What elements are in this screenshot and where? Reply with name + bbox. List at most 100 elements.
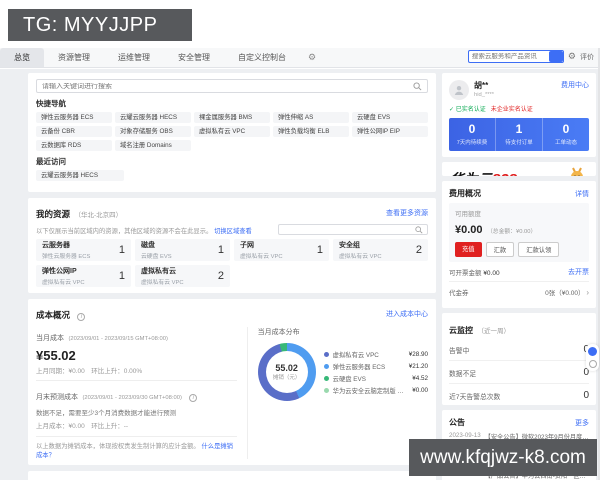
resource-card-vpc[interactable]: 虚拟私有云 虚拟私有云 VPC 2 xyxy=(135,265,230,287)
legend-name: 云硬盘 EVS xyxy=(333,374,407,383)
my-resources-note: 以下仅展示当前区域内的资源，其他区域的资源不会在此显示。 xyxy=(36,228,212,235)
quick-nav-grid: 弹性云服务器 ECS 云耀云服务器 HECS 裸金属服务器 BMS 弹性伸缩 A… xyxy=(36,112,428,151)
quick-nav-item-obs[interactable]: 对象存储服务 OBS xyxy=(115,126,191,137)
alert-badge[interactable]: 未企业实名认证 xyxy=(491,104,533,113)
resource-grid: 云服务器 弹性云服务器 ECS 1 磁盘 云硬盘 EVS 1 子网 虚拟私有云 … xyxy=(36,239,428,287)
service-support-icon[interactable] xyxy=(588,347,597,356)
feedback-float-icon[interactable] xyxy=(589,360,597,368)
info-icon[interactable]: i xyxy=(77,313,85,321)
resource-card-disk[interactable]: 磁盘 云硬盘 EVS 1 xyxy=(135,239,230,261)
feedback-link[interactable]: 评价 xyxy=(580,52,594,62)
quick-nav-item-ecs[interactable]: 弹性云服务器 ECS xyxy=(36,112,112,123)
search-icon[interactable] xyxy=(415,226,423,234)
claim-remittance-button[interactable]: 汇款认领 xyxy=(518,242,559,257)
remittance-button[interactable]: 汇款 xyxy=(486,242,515,257)
tab-resource-mgmt[interactable]: 资源管理 xyxy=(44,48,104,67)
cost-title: 成本概况 xyxy=(36,310,70,320)
donut-unit: 摊销（元） xyxy=(273,373,301,381)
resource-service: 虚拟私有云 VPC xyxy=(141,277,184,286)
forecast-sub: 上月成本：¥0.00 环比上升：-- xyxy=(36,420,237,430)
global-search[interactable] xyxy=(468,50,564,63)
quick-nav-item-hecs[interactable]: 云耀云服务器 HECS xyxy=(115,112,191,123)
global-search-input[interactable] xyxy=(469,53,549,60)
monitor-row-insufficient[interactable]: 数据不足 0 xyxy=(449,361,589,384)
tab-ops-mgmt[interactable]: 运维管理 xyxy=(104,48,164,67)
account-name[interactable]: 胡** xyxy=(474,80,556,91)
monitor-row-week-alarms[interactable]: 近7天告警总次数 0 xyxy=(449,384,589,406)
legend-dot xyxy=(324,388,329,393)
coupon-value: 0张（¥0.00） xyxy=(545,290,584,297)
legend-row-evs[interactable]: 云硬盘 EVS ¥4.52 xyxy=(324,374,428,383)
quick-nav-title: 快捷导航 xyxy=(36,98,428,109)
billing-center-link[interactable]: 费用中心 xyxy=(561,80,589,90)
resource-search[interactable] xyxy=(278,224,428,235)
console-search[interactable] xyxy=(36,79,428,93)
quick-nav-item-domains[interactable]: 域名注册 Domains xyxy=(115,140,191,151)
cost-legend: 虚拟私有云 VPC ¥28.90 弹性云服务器 ECS ¥21.20 xyxy=(324,347,428,398)
banner-number: 828 xyxy=(492,171,517,176)
search-icon[interactable] xyxy=(413,82,422,91)
legend-dot xyxy=(324,352,329,357)
tab-overview[interactable]: 总览 xyxy=(0,48,44,67)
quick-nav-item-eip[interactable]: 弹性公网IP EIP xyxy=(352,126,428,137)
my-resources-card: 我的资源 （华北-北京四） 查看更多资源 以下仅展示当前区域内的资源，其他区域的… xyxy=(28,198,436,293)
quick-nav-item-cbr[interactable]: 云备份 CBR xyxy=(36,126,112,137)
quick-nav-item-as[interactable]: 弹性伸缩 AS xyxy=(273,112,349,123)
tab-settings-gear-icon[interactable]: ⚙ xyxy=(300,48,324,67)
resource-search-input[interactable] xyxy=(283,227,415,233)
stat-renewals[interactable]: 0 7天内待续费 xyxy=(449,118,495,151)
quick-nav-item-rds[interactable]: 云数据库 RDS xyxy=(36,140,112,151)
monitor-row-alarms[interactable]: 告警中 0 xyxy=(449,338,589,361)
stat-value: 0 xyxy=(469,123,476,136)
cost-left-panel: 当月成本 (2023/09/01 - 2023/09/15 GMT+08:00)… xyxy=(36,327,248,459)
console-search-input[interactable] xyxy=(42,83,413,90)
global-search-button[interactable] xyxy=(549,51,563,62)
stat-label: 工单动态 xyxy=(555,138,577,146)
billing-detail-link[interactable]: 详情 xyxy=(575,189,589,199)
tab-custom-console[interactable]: 自定义控制台 xyxy=(224,48,300,67)
announcements-more-link[interactable]: 更多 xyxy=(575,418,589,428)
legend-row-ecs[interactable]: 弹性云服务器 ECS ¥21.20 xyxy=(324,362,428,371)
monitor-title: 云监控 xyxy=(449,326,473,335)
legend-name: 华为云安全云脑定制版 H... xyxy=(333,386,407,395)
quick-nav-item-elb[interactable]: 弹性负载均衡 ELB xyxy=(273,126,349,137)
resource-card-server[interactable]: 云服务器 弹性云服务器 ECS 1 xyxy=(36,239,131,261)
quick-nav-item-bms[interactable]: 裸金属服务器 BMS xyxy=(194,112,270,123)
switch-region-link[interactable]: 切换区域查看 xyxy=(214,228,252,235)
topup-button[interactable]: 充值 xyxy=(455,242,482,257)
cost-donut-title: 当月成本分布 xyxy=(258,327,428,337)
stat-unpaid-orders[interactable]: 1 待支付订单 xyxy=(495,118,542,151)
stat-tickets[interactable]: 0 工单动态 xyxy=(542,118,589,151)
monitor-label: 数据不足 xyxy=(449,368,476,378)
resource-service: 云硬盘 EVS xyxy=(141,251,172,260)
console-tab-bar: 总览 资源管理 运维管理 安全管理 自定义控制台 ⚙ ⚙ 评价 xyxy=(0,48,600,68)
view-more-resources-link[interactable]: 查看更多资源 xyxy=(386,208,428,218)
legend-row-vpc[interactable]: 虚拟私有云 VPC ¥28.90 xyxy=(324,350,428,359)
tab-security-mgmt[interactable]: 安全管理 xyxy=(164,48,224,67)
account-stats-panel: 0 7天内待续费 1 待支付订单 0 工单动态 xyxy=(449,118,589,151)
resource-count: 1 xyxy=(317,244,323,256)
cost-donut-center: 55.02 摊销（元） xyxy=(266,351,308,393)
quick-nav-item-vpc[interactable]: 虚拟私有云 VPC xyxy=(194,126,270,137)
recent-title: 最近访问 xyxy=(36,156,428,167)
info-icon[interactable]: i xyxy=(189,394,197,402)
legend-row-secmaster[interactable]: 华为云安全云脑定制版 H... ¥0.00 xyxy=(324,386,428,395)
promo-banner[interactable]: 华为云828 认证付费领免单券（最高可返8280元） xyxy=(442,162,596,176)
gear-icon[interactable]: ⚙ xyxy=(568,51,576,62)
account-id-masked: hid_**** xyxy=(474,92,556,98)
quick-nav-item-evs[interactable]: 云硬盘 EVS xyxy=(352,112,428,123)
avatar[interactable] xyxy=(449,80,469,100)
watermark-bottom: www.kfqjwz-k8.com xyxy=(409,439,597,476)
recent-item-hecs[interactable]: 云耀云服务器 HECS xyxy=(36,170,124,181)
resource-card-eip[interactable]: 弹性公网IP 虚拟私有云 VPC 1 xyxy=(36,265,131,287)
cost-center-link[interactable]: 进入成本中心 xyxy=(386,309,428,319)
banner-brand: 华为云 xyxy=(450,171,492,176)
coupon-row[interactable]: 代金券 0张（¥0.00） › xyxy=(449,282,589,301)
create-invoice-link[interactable]: 去开票 xyxy=(568,267,589,277)
floating-toolbar xyxy=(586,344,599,371)
resource-card-secgroup[interactable]: 安全组 虚拟私有云 VPC 2 xyxy=(333,239,428,261)
verified-badge: ✓ 已实名认证 xyxy=(449,104,486,113)
resource-card-subnet[interactable]: 子网 虚拟私有云 VPC 1 xyxy=(234,239,329,261)
legend-value: ¥21.20 xyxy=(409,363,428,370)
resource-count: 1 xyxy=(119,270,125,282)
